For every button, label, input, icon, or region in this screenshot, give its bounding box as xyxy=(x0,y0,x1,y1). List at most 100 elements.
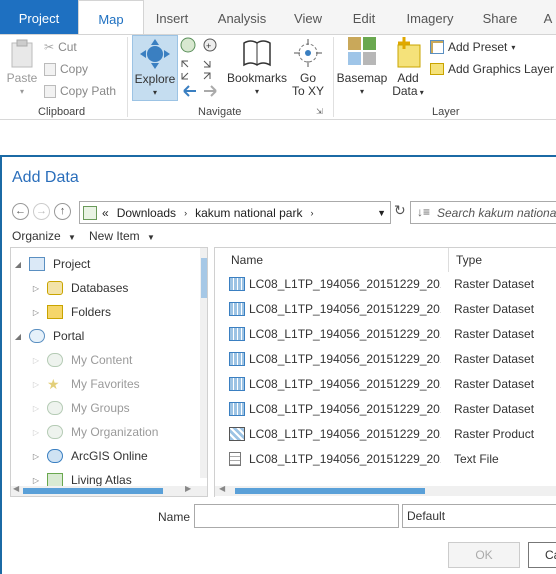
file-row[interactable]: LC08_L1TP_194056_20151229_20180 Raster D… xyxy=(215,272,556,297)
file-type-filter-select[interactable]: Default xyxy=(402,504,556,528)
collapsed-caret-icon[interactable]: ▷ xyxy=(31,380,41,389)
tree-item-my-content[interactable]: ▷ My Content xyxy=(31,348,207,372)
add-graphics-layer-button[interactable]: Add Graphics Layer xyxy=(430,59,554,79)
copy-path-button[interactable]: Copy Path xyxy=(44,81,116,101)
search-input[interactable]: ↓≡ Search kakum national xyxy=(410,201,556,224)
user-icon xyxy=(47,353,63,367)
ribbon-tab-bar: Project Map Insert Analysis View Edit Im… xyxy=(0,0,556,35)
add-graphics-layer-label: Add Graphics Layer xyxy=(448,62,555,76)
paste-button[interactable]: Paste ▾ xyxy=(4,39,40,98)
collapsed-caret-icon[interactable]: ▷ xyxy=(31,284,41,293)
add-preset-button[interactable]: Add Preset ▾ xyxy=(430,37,515,57)
sort-icon[interactable]: ↓≡ xyxy=(417,205,430,219)
explore-label: Explore xyxy=(134,72,176,86)
file-row[interactable]: LC08_L1TP_194056_20151229_20180 Raster D… xyxy=(215,297,556,322)
file-list-horizontal-scroll-thumb[interactable] xyxy=(235,488,425,494)
explore-button[interactable]: Explore ▾ xyxy=(132,35,178,101)
breadcrumb-overflow[interactable]: « xyxy=(102,206,109,220)
forward-button[interactable]: → xyxy=(33,203,50,220)
file-row[interactable]: LC08_L1TP_194056_20151229_20180 Raster D… xyxy=(215,347,556,372)
navigation-tools-icon: + xyxy=(180,37,217,97)
cancel-button[interactable]: Ca xyxy=(528,542,556,568)
refresh-icon[interactable]: ↻ xyxy=(394,202,406,219)
tree-item-my-organization[interactable]: ▷ My Organization xyxy=(31,420,207,444)
file-row[interactable]: LC08_L1TP_194056_20151229_20180 Raster D… xyxy=(215,372,556,397)
collapsed-caret-icon[interactable]: ▷ xyxy=(31,476,41,485)
add-preset-dropdown-icon: ▾ xyxy=(511,42,516,52)
file-row[interactable]: LC08_L1TP_194056_20151229_20180 Raster D… xyxy=(215,322,556,347)
file-row[interactable]: LC08_L1TP_194056_20151229_20180 Text Fil… xyxy=(215,447,556,472)
path-dropdown-icon[interactable]: ▼ xyxy=(377,208,386,218)
tree-item-label: My Groups xyxy=(71,401,130,415)
column-header-name[interactable]: Name xyxy=(231,248,263,272)
tree-item-my-groups[interactable]: ▷ My Groups xyxy=(31,396,207,420)
collapsed-caret-icon[interactable]: ▷ xyxy=(31,356,41,365)
tree-item-folders[interactable]: ▷ Folders xyxy=(31,300,207,324)
tab-share[interactable]: Share xyxy=(476,0,524,34)
collapsed-caret-icon[interactable]: ▷ xyxy=(31,428,41,437)
column-header-type[interactable]: Type xyxy=(456,248,482,272)
tree-item-databases[interactable]: ▷ Databases xyxy=(31,276,207,300)
text-file-icon xyxy=(229,452,241,466)
tab-project[interactable]: Project xyxy=(0,0,78,34)
add-data-label-line2: Data xyxy=(392,84,418,98)
scroll-left-icon[interactable]: ◀ xyxy=(219,484,225,493)
tab-imagery[interactable]: Imagery xyxy=(400,0,460,34)
tab-insert[interactable]: Insert xyxy=(144,0,200,34)
cloud-icon xyxy=(29,329,45,343)
column-separator[interactable] xyxy=(448,248,449,272)
tree-item-portal[interactable]: ◢ Portal xyxy=(13,324,203,348)
new-item-menu[interactable]: New Item ▼ xyxy=(89,229,155,243)
go-to-xy-button[interactable]: Go To XY xyxy=(290,37,326,98)
basemap-button[interactable]: Basemap ▾ xyxy=(336,35,388,98)
copy-path-icon xyxy=(44,84,56,98)
organization-icon xyxy=(47,425,63,439)
tab-map[interactable]: Map xyxy=(78,0,144,35)
tree-item-label: Folders xyxy=(71,305,112,319)
file-list-horizontal-scrollbar[interactable]: ◀ xyxy=(215,484,556,496)
paste-label: Paste xyxy=(6,71,38,85)
breadcrumb-kakum-national-park[interactable]: kakum national park xyxy=(195,206,302,220)
tree-item-my-favorites[interactable]: ▷ ★ My Favorites xyxy=(31,372,207,396)
tab-edit[interactable]: Edit xyxy=(342,0,386,34)
scroll-right-icon[interactable]: ▶ xyxy=(185,484,191,493)
tab-partial[interactable]: A xyxy=(540,0,556,34)
organize-menu[interactable]: Organize ▼ xyxy=(12,229,76,243)
path-breadcrumb[interactable]: « Downloads › kakum national park › ▼ xyxy=(79,201,391,224)
bookmarks-button[interactable]: Bookmarks ▾ xyxy=(226,37,288,98)
tree-item-arcgis-online[interactable]: ▷ ArcGIS Online xyxy=(31,444,207,468)
expanded-caret-icon[interactable]: ◢ xyxy=(13,260,23,269)
file-type: Raster Dataset xyxy=(454,402,535,416)
file-type: Raster Dataset xyxy=(454,277,535,291)
collapsed-caret-icon[interactable]: ▷ xyxy=(31,404,41,413)
file-row[interactable]: LC08_L1TP_194056_20151229_20180 Raster D… xyxy=(215,397,556,422)
dialog-toolbar: Organize ▼ New Item ▼ xyxy=(12,229,556,247)
collapsed-caret-icon[interactable]: ▷ xyxy=(31,308,41,317)
tree-vertical-scrollbar[interactable] xyxy=(200,248,207,478)
new-item-label: New Item xyxy=(89,229,140,243)
copy-button[interactable]: Copy xyxy=(44,59,88,79)
file-list: Name Type LC08_L1TP_194056_20151229_2018… xyxy=(214,247,556,497)
preset-grid-icon xyxy=(430,40,444,54)
file-row[interactable]: LC08_L1TP_194056_20151229_20180 Raster P… xyxy=(215,422,556,447)
up-button[interactable]: ↑ xyxy=(54,203,71,220)
file-type: Raster Dataset xyxy=(454,327,535,341)
back-button[interactable]: ← xyxy=(12,203,29,220)
ok-button[interactable]: OK xyxy=(448,542,520,568)
name-field-label: Name xyxy=(158,510,191,524)
name-input[interactable] xyxy=(194,504,399,528)
collapsed-caret-icon[interactable]: ▷ xyxy=(31,452,41,461)
tab-analysis[interactable]: Analysis xyxy=(208,0,276,34)
breadcrumb-downloads[interactable]: Downloads xyxy=(117,206,176,220)
tree-item-project[interactable]: ◢ Project xyxy=(13,252,203,276)
expanded-caret-icon[interactable]: ◢ xyxy=(13,332,23,341)
dialog-launcher-icon[interactable]: ⇲ xyxy=(316,107,323,116)
tree-horizontal-scroll-thumb[interactable] xyxy=(23,488,163,494)
tree-horizontal-scrollbar[interactable]: ◀ ▶ xyxy=(11,484,207,496)
add-data-button[interactable]: Add Data ▾ xyxy=(388,35,428,99)
explore-dropdown-icon: ▾ xyxy=(152,88,157,97)
scroll-left-icon[interactable]: ◀ xyxy=(13,484,19,493)
tab-view[interactable]: View xyxy=(284,0,332,34)
tree-vertical-scroll-thumb[interactable] xyxy=(201,258,207,298)
cut-button[interactable]: ✂ Cut xyxy=(44,37,77,57)
